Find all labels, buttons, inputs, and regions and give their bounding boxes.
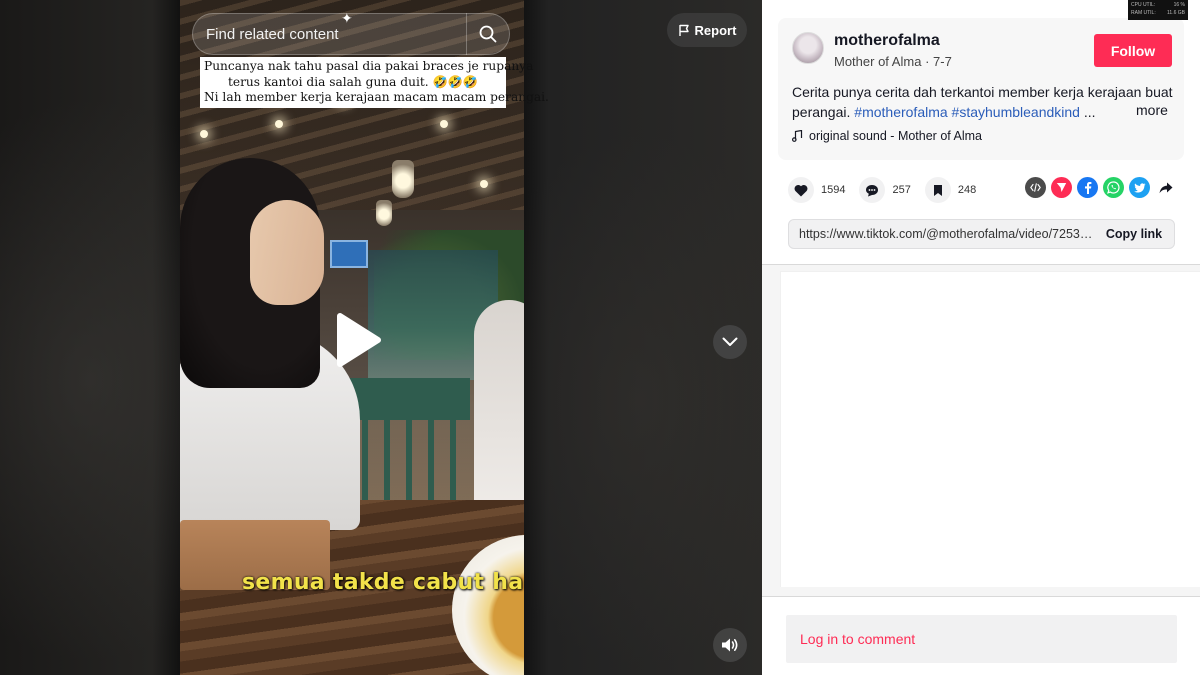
facebook-button[interactable] bbox=[1077, 177, 1098, 198]
video-scene-lamp bbox=[376, 200, 392, 226]
video-stage: Puncanya nak tahu pasal dia pakai braces… bbox=[0, 0, 762, 675]
hashtag-links[interactable]: #motherofalma #stayhumbleandkind bbox=[854, 104, 1080, 120]
copy-link-box: https://www.tiktok.com/@motherofalma/vid… bbox=[788, 219, 1175, 249]
more-button[interactable]: more bbox=[1136, 102, 1168, 118]
stats-label: RAM UTIL: bbox=[1131, 10, 1156, 16]
video-scene-light bbox=[480, 180, 488, 188]
report-button[interactable]: Report bbox=[667, 13, 747, 47]
embed-button[interactable] bbox=[1025, 177, 1046, 198]
comments-list[interactable] bbox=[780, 271, 1200, 587]
heart-icon bbox=[794, 184, 808, 196]
author-subline: Mother of Alma · 7-7 bbox=[834, 54, 952, 69]
share-buttons bbox=[1025, 177, 1176, 198]
save-button[interactable] bbox=[924, 177, 951, 203]
send-button[interactable] bbox=[1051, 177, 1072, 198]
video-scene-light bbox=[275, 120, 283, 128]
stats-label: CPU UTIL: bbox=[1131, 2, 1156, 8]
side-panel: motherofalma Mother of Alma · 7-7 Follow… bbox=[762, 0, 1200, 675]
save-action[interactable]: 248 bbox=[924, 177, 977, 203]
sound-link[interactable]: original sound - Mother of Alma bbox=[792, 129, 982, 143]
follow-button[interactable]: Follow bbox=[1094, 34, 1172, 67]
save-count: 248 bbox=[957, 184, 977, 196]
like-count: 1594 bbox=[821, 184, 846, 196]
flag-icon bbox=[678, 24, 689, 36]
facebook-icon bbox=[1084, 182, 1091, 194]
whatsapp-icon bbox=[1107, 181, 1120, 194]
volume-button[interactable] bbox=[713, 628, 747, 662]
like-action[interactable]: 1594 bbox=[788, 177, 845, 203]
avatar[interactable] bbox=[792, 32, 824, 64]
video-subtitle: semua takde cabut ha bbox=[242, 570, 524, 595]
whatsapp-button[interactable] bbox=[1103, 177, 1124, 198]
video-scene-light bbox=[440, 120, 448, 128]
subline-separator: · bbox=[925, 54, 934, 69]
sparkle-icon: ✦ bbox=[341, 10, 353, 26]
send-icon bbox=[1056, 183, 1067, 192]
search-input[interactable]: Find related content bbox=[206, 26, 466, 43]
music-note-icon bbox=[792, 130, 803, 142]
overlay-line: terus kantoi dia salah guna duit. 🤣🤣🤣 bbox=[227, 74, 479, 89]
post-date: 7-7 bbox=[933, 54, 952, 69]
copy-link-button[interactable]: Copy link bbox=[1094, 219, 1174, 249]
overlay-line: Puncanya nak tahu pasal dia pakai braces… bbox=[204, 59, 534, 73]
video-url[interactable]: https://www.tiktok.com/@motherofalma/vid… bbox=[789, 227, 1094, 241]
search-icon bbox=[479, 25, 497, 43]
video-scene-light bbox=[200, 130, 208, 138]
more-share-button[interactable] bbox=[1155, 177, 1176, 198]
video-scene-woman-face bbox=[250, 200, 324, 305]
volume-icon bbox=[722, 638, 738, 652]
login-to-comment[interactable]: Log in to comment bbox=[786, 615, 1177, 663]
twitter-button[interactable] bbox=[1129, 177, 1150, 198]
stats-row: RAM UTIL: 11.6 GB bbox=[1131, 9, 1185, 17]
post-description: Cerita punya cerita dah terkantoi member… bbox=[792, 82, 1176, 122]
video-text-overlay: Puncanya nak tahu pasal dia pakai braces… bbox=[200, 57, 549, 108]
comment-button[interactable] bbox=[859, 177, 886, 203]
description-ellipsis: ... bbox=[1079, 104, 1096, 120]
comment-count: 257 bbox=[892, 184, 911, 196]
stats-row: CPU UTIL: 16 % bbox=[1131, 1, 1185, 9]
display-name: Mother of Alma bbox=[834, 54, 922, 69]
next-video-button[interactable] bbox=[713, 325, 747, 359]
stats-value: 11.6 GB bbox=[1167, 10, 1185, 16]
comment-icon bbox=[866, 184, 879, 196]
like-button[interactable] bbox=[788, 177, 814, 203]
search-button[interactable] bbox=[467, 13, 509, 55]
video-scene-sign bbox=[330, 240, 368, 268]
comment-action[interactable]: 257 bbox=[859, 177, 911, 203]
video-scene-lamp bbox=[392, 160, 414, 198]
play-icon[interactable] bbox=[332, 312, 382, 368]
stats-value: 16 % bbox=[1173, 2, 1185, 8]
bookmark-icon bbox=[933, 184, 942, 196]
share-arrow-icon bbox=[1159, 182, 1172, 193]
system-stats-overlay: CPU UTIL: 16 % RAM UTIL: 11.6 GB bbox=[1128, 0, 1188, 20]
divider bbox=[762, 596, 1200, 597]
action-bar: 1594 257 248 bbox=[788, 176, 990, 204]
embed-icon bbox=[1030, 183, 1041, 192]
username[interactable]: motherofalma bbox=[834, 32, 940, 50]
chevron-down-icon bbox=[722, 337, 738, 346]
twitter-icon bbox=[1133, 182, 1145, 193]
overlay-line: Ni lah member kerja kerajaan macam macam… bbox=[204, 90, 549, 104]
report-label: Report bbox=[694, 22, 737, 38]
post-info-card: motherofalma Mother of Alma · 7-7 Follow… bbox=[778, 18, 1184, 160]
sound-name: original sound - Mother of Alma bbox=[809, 129, 983, 143]
